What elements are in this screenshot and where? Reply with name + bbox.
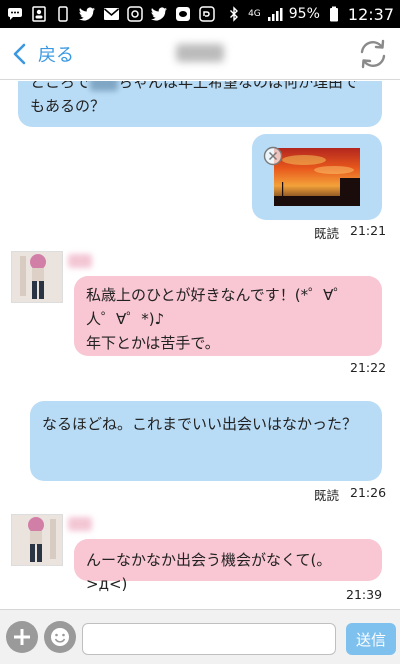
chevron-left-icon xyxy=(13,43,26,65)
message-text: んーなかなか出会う機会がなくて(。>д<) xyxy=(86,551,332,593)
avatar[interactable] xyxy=(11,251,63,303)
message-timestamp: 21:22 xyxy=(350,360,387,375)
signal-icon xyxy=(266,6,284,22)
chat-app-icon xyxy=(126,6,144,22)
bluetooth-icon xyxy=(225,6,243,22)
message-bubble-sent[interactable]: なるほどね。これまでいい出会いはなかった？ xyxy=(30,401,382,481)
avatar[interactable] xyxy=(11,514,63,566)
message-bubble-received[interactable]: 私歳上のひとが好きなんです！(*゜∀゜ 人゜∀゜*)♪ 年下とかは苦手で。 xyxy=(74,276,382,356)
back-label: 戻る xyxy=(38,45,74,66)
message-bubble-sent[interactable]: ところで ちゃんは年上希望なのは何か理由でもあるの？ xyxy=(18,81,382,127)
message-timestamp: 21:21 xyxy=(350,223,387,238)
chat-thread[interactable]: ところで ちゃんは年上希望なのは何か理由でもあるの？ 既読 21:21 私歳上の… xyxy=(0,81,400,609)
chat-app-icon xyxy=(174,6,192,22)
twitter-icon xyxy=(150,6,168,22)
phone-icon xyxy=(54,6,72,22)
close-icon[interactable] xyxy=(263,146,283,166)
network-type: 4G xyxy=(248,9,261,19)
status-bar: 4G 95% 12:37 xyxy=(0,0,400,28)
message-composer: 送信 xyxy=(0,609,400,664)
plus-icon xyxy=(14,629,30,645)
message-icon xyxy=(6,6,24,22)
message-bubble-sent-image[interactable] xyxy=(252,134,382,220)
read-receipt: 既読 xyxy=(314,226,340,241)
message-timestamp: 21:26 xyxy=(350,485,387,500)
notification-icons xyxy=(6,6,216,22)
smiley-icon xyxy=(51,628,69,646)
add-attachment-button[interactable] xyxy=(6,621,38,653)
message-text: 私歳上のひとが好きなんです！(*゜∀゜ xyxy=(86,286,349,304)
read-receipt: 既読 xyxy=(314,488,340,503)
sunset-photo[interactable] xyxy=(274,148,360,206)
refresh-icon[interactable] xyxy=(356,37,390,71)
message-timestamp: 21:39 xyxy=(346,587,383,602)
message-text: 人゜∀゜*)♪ xyxy=(86,310,165,328)
sender-name xyxy=(68,517,92,531)
back-button[interactable]: 戻る xyxy=(10,41,74,67)
clock: 12:37 xyxy=(347,4,394,24)
send-button[interactable]: 送信 xyxy=(346,623,396,655)
message-input[interactable] xyxy=(82,623,336,655)
mail-icon xyxy=(102,6,120,22)
battery-percent: 95% xyxy=(288,6,320,22)
redacted-name xyxy=(90,81,119,91)
message-text: 年下とかは苦手で。 xyxy=(86,334,220,352)
message-text: ところで xyxy=(30,81,91,91)
message-bubble-received[interactable]: んーなかなか出会う機会がなくて(。>д<) xyxy=(74,539,382,593)
sender-name xyxy=(68,254,92,268)
contacts-icon xyxy=(30,6,48,22)
message-text: なるほどね。これまでいい出会いはなかった？ xyxy=(42,415,358,433)
navigation-bar: 戻る xyxy=(0,28,400,80)
chat-app-icon xyxy=(198,6,216,22)
emoji-button[interactable] xyxy=(44,621,76,653)
page-title xyxy=(176,44,224,62)
twitter-icon xyxy=(78,6,96,22)
battery-icon xyxy=(325,6,343,22)
